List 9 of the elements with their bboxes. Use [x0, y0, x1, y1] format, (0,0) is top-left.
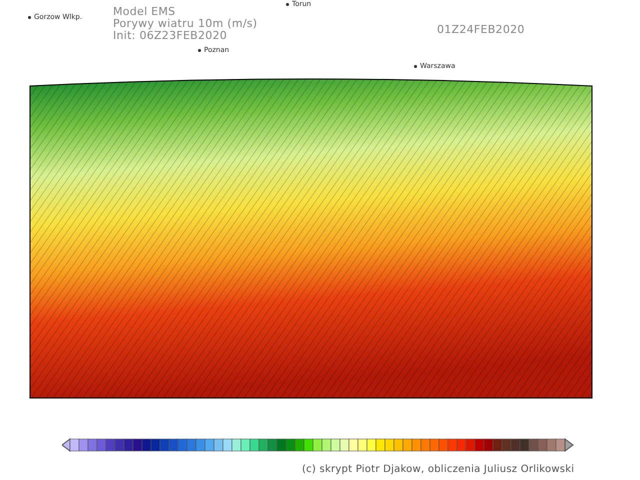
city-marker-icon	[286, 3, 289, 6]
model-name: Model EMS	[113, 6, 176, 18]
credit-text: (c) skrypt Piotr Djakow, obliczenia Juliusz Orlikowski	[302, 463, 574, 477]
city-marker-icon	[198, 49, 201, 52]
city-marker-icon	[28, 16, 31, 19]
city-marker-icon	[414, 65, 417, 68]
chart-title: Porywy wiatru 10m (m/s)	[113, 18, 258, 30]
valid-time: 01Z24FEB2020	[437, 22, 525, 38]
init-time: Init: 06Z23FEB2020	[113, 30, 228, 42]
